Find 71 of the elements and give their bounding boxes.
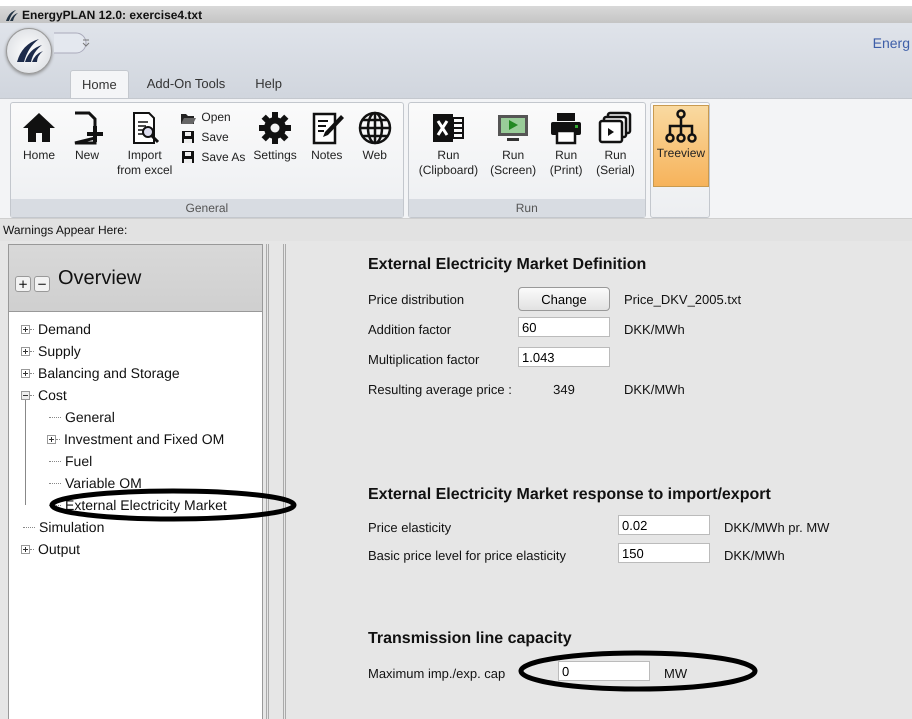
globe-icon [356, 110, 393, 146]
field-label: Price distribution [368, 292, 466, 306]
ribbon-button[interactable]: Settings [249, 107, 301, 166]
tree-item[interactable]: Variable OM [63, 474, 144, 492]
field-label: Addition factor [368, 322, 452, 336]
value-text: 349 [552, 382, 576, 396]
field-label: Price elasticity [368, 520, 452, 534]
unit-label: DKK/MWh pr. MW [724, 520, 830, 534]
ribbon-button[interactable]: Web [352, 107, 397, 166]
tree-item[interactable]: Balancing and Storage [36, 364, 182, 382]
field-label: Maximum imp./exp. cap [368, 666, 506, 680]
tree-item[interactable]: Output [36, 540, 82, 558]
ribbon-button[interactable]: Run (Screen) [486, 107, 540, 181]
collapse-icon[interactable] [21, 390, 30, 400]
ribbon-button[interactable]: New [65, 107, 109, 166]
expand-icon[interactable] [21, 346, 30, 356]
tree-item[interactable]: Demand [36, 320, 93, 338]
application-menu-button[interactable] [6, 28, 52, 74]
file-name: Price_DKV_2005.txt [624, 292, 742, 306]
ribbon-button[interactable]: Treeview [652, 105, 710, 187]
ribbon-button[interactable]: Home [17, 107, 61, 166]
ribbon-button[interactable]: Run (Clipboard) [414, 107, 482, 181]
ribbon-button[interactable]: Save As [180, 149, 246, 165]
section-heading: External Electricity Market response to import/export [368, 486, 772, 504]
unit-label: MW [664, 666, 688, 680]
expand-icon[interactable] [47, 434, 56, 444]
ribbon-tab[interactable]: Home [70, 70, 129, 98]
change-button[interactable]: Change [518, 287, 610, 311]
tree-item[interactable]: Supply [36, 342, 83, 360]
unit-label: DKK/MWh [624, 382, 685, 396]
field-label: Multiplication factor [368, 352, 480, 366]
ribbon-button[interactable]: Run (Print) [544, 107, 588, 181]
section-heading: External Electricity Market Definition [368, 256, 648, 274]
input-field[interactable]: 60 [518, 317, 610, 337]
unit-label: DKK/MWh [724, 548, 785, 562]
expand-icon[interactable] [21, 324, 30, 334]
warnings-label: Warnings Appear Here: [0, 218, 912, 241]
app-logo-icon [4, 8, 18, 22]
settings-icon [257, 110, 294, 146]
ribbon-button[interactable]: Import from excel [113, 107, 176, 181]
splitter-bar[interactable] [266, 244, 286, 719]
tree-item[interactable]: Investment and Fixed OM [62, 430, 226, 448]
field-label: Resulting average price : [368, 382, 513, 396]
input-field[interactable]: 150 [618, 543, 710, 563]
section-heading: Transmission line capacity [368, 630, 573, 648]
unit-label: DKK/MWh [624, 322, 685, 336]
ribbon-button[interactable]: Open [180, 109, 246, 125]
expand-icon[interactable] [21, 368, 30, 378]
tree-toggle-button[interactable]: + [15, 276, 31, 292]
brand-text: Energ [872, 35, 910, 51]
input-field[interactable]: 0 [558, 661, 650, 681]
input-field[interactable]: 1.043 [518, 347, 610, 367]
overview-title: Overview [58, 266, 142, 290]
window-title: EnergyPLAN 12.0: exercise4.txt [22, 8, 202, 22]
ribbon-tab[interactable]: Add-On Tools [134, 69, 238, 98]
ribbon-button[interactable]: Notes [304, 107, 349, 166]
hierarchy-icon [662, 108, 699, 144]
tree-item[interactable]: Simulation [37, 518, 106, 536]
ribbon-tab[interactable]: Help [243, 69, 294, 98]
tree-item[interactable]: Fuel [63, 452, 94, 470]
input-field[interactable]: 0.02 [618, 515, 710, 535]
tree-item[interactable]: Cost [36, 386, 69, 404]
ribbon-button[interactable]: Save [180, 129, 246, 145]
field-label: Basic price level for price elasticity [368, 548, 567, 562]
tree-toggle-button[interactable]: − [34, 276, 50, 292]
tree-item[interactable]: General [63, 408, 117, 426]
ribbon-button[interactable]: Run (Serial) [592, 107, 639, 181]
group-label: Run [408, 199, 645, 217]
group-label: General [11, 199, 403, 217]
stacked-windows-icon [597, 110, 634, 146]
expand-icon[interactable] [21, 544, 30, 554]
